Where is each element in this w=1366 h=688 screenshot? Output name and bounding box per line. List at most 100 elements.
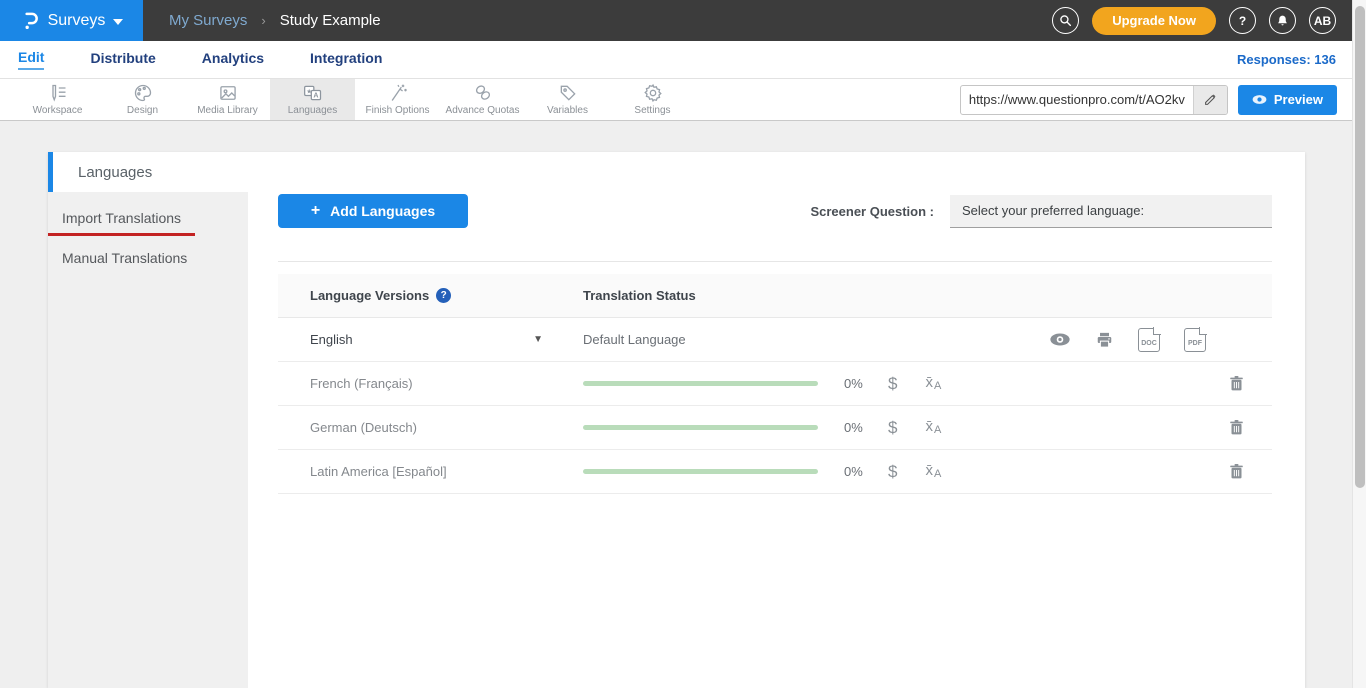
- translation-progress-percent: 0%: [844, 376, 874, 391]
- add-languages-button[interactable]: + Add Languages: [278, 194, 468, 228]
- languages-content: + Add Languages Screener Question : Sele…: [248, 152, 1305, 688]
- tool-label: Design: [127, 105, 158, 116]
- topbar-actions: Upgrade Now ? AB: [1052, 7, 1366, 35]
- breadcrumb-my-surveys[interactable]: My Surveys: [169, 12, 247, 29]
- edit-url-button[interactable]: [1193, 86, 1227, 114]
- workspace-icon: [48, 83, 68, 103]
- tool-advance-quotas[interactable]: Advance Quotas: [440, 79, 525, 120]
- top-bar: Surveys My Surveys › Study Example Upgra…: [0, 0, 1366, 41]
- tab-distribute[interactable]: Distribute: [90, 50, 155, 69]
- design-icon: [133, 83, 153, 103]
- trash-icon: [1229, 419, 1244, 436]
- product-menu[interactable]: Surveys: [0, 0, 143, 41]
- pencil-icon: [1204, 93, 1217, 106]
- table-row-default-language: English ▼ Default Language: [278, 318, 1272, 362]
- paid-translation-icon[interactable]: $: [888, 374, 897, 394]
- tool-label: Workspace: [33, 105, 83, 116]
- tool-design[interactable]: Design: [100, 79, 185, 120]
- language-name: French (Français): [310, 376, 413, 391]
- product-name: Surveys: [48, 12, 106, 30]
- delete-language-button[interactable]: [1229, 463, 1244, 480]
- translation-progress-bar: [583, 381, 818, 386]
- avatar[interactable]: AB: [1309, 7, 1336, 34]
- sidebar-item-manual-translations[interactable]: Manual Translations: [48, 250, 201, 266]
- finish-options-icon: [388, 83, 408, 103]
- trash-icon: [1229, 375, 1244, 392]
- responses-count[interactable]: Responses: 136: [1237, 52, 1336, 67]
- languages-table: Language Versions ? Translation Status E…: [278, 274, 1272, 494]
- auto-translate-icon[interactable]: x̄A: [925, 375, 941, 392]
- export-doc-button[interactable]: DOC: [1138, 328, 1160, 352]
- tool-finish-options[interactable]: Finish Options: [355, 79, 440, 120]
- tool-variables[interactable]: Variables: [525, 79, 610, 120]
- chevron-down-icon: [113, 19, 123, 25]
- preview-label: Preview: [1274, 92, 1323, 107]
- tool-label: Finish Options: [366, 105, 430, 116]
- pdf-file-icon: PDF: [1184, 328, 1206, 352]
- section-divider: [278, 261, 1272, 262]
- languages-icon: ★ A: [302, 83, 324, 103]
- languages-sidebar: Languages Import Translations Manual Tra…: [48, 152, 248, 688]
- export-pdf-button[interactable]: PDF: [1184, 328, 1206, 352]
- view-survey-button[interactable]: [1049, 332, 1071, 347]
- eye-icon: [1049, 332, 1071, 347]
- scrollbar-thumb[interactable]: [1355, 6, 1365, 488]
- notifications-button[interactable]: [1269, 7, 1296, 34]
- tool-languages[interactable]: ★ A Languages: [270, 79, 355, 120]
- search-icon: [1059, 14, 1072, 27]
- tool-workspace[interactable]: Workspace: [15, 79, 100, 120]
- paid-translation-icon[interactable]: $: [888, 462, 897, 482]
- tool-label: Variables: [547, 105, 588, 116]
- eye-icon: [1252, 94, 1267, 105]
- delete-language-button[interactable]: [1229, 375, 1244, 392]
- table-header-row: Language Versions ? Translation Status: [278, 274, 1272, 318]
- tool-settings[interactable]: Settings: [610, 79, 695, 120]
- preview-button[interactable]: Preview: [1238, 85, 1337, 115]
- language-versions-help-icon[interactable]: ?: [436, 288, 451, 303]
- help-button[interactable]: ?: [1229, 7, 1256, 34]
- auto-translate-icon[interactable]: x̄A: [925, 463, 941, 480]
- auto-translate-icon[interactable]: x̄A: [925, 419, 941, 436]
- survey-url-input[interactable]: [961, 92, 1193, 107]
- delete-language-button[interactable]: [1229, 419, 1244, 436]
- language-name: Latin America [Español]: [310, 464, 447, 479]
- default-language-status: Default Language: [583, 332, 686, 347]
- breadcrumb-current: Study Example: [280, 12, 381, 29]
- media-library-icon: [218, 83, 238, 103]
- tool-label: Advance Quotas: [446, 105, 520, 116]
- language-name: German (Deutsch): [310, 420, 417, 435]
- translation-progress-bar: [583, 425, 818, 430]
- screener-question-label: Screener Question :: [810, 204, 934, 219]
- default-language-name: English: [310, 332, 353, 347]
- translation-progress-percent: 0%: [844, 420, 874, 435]
- table-row-language: German (Deutsch) 0% $ x̄A: [278, 406, 1272, 450]
- upgrade-now-button[interactable]: Upgrade Now: [1092, 7, 1216, 35]
- breadcrumb: My Surveys › Study Example: [169, 12, 381, 29]
- search-button[interactable]: [1052, 7, 1079, 34]
- printer-icon: [1095, 331, 1114, 349]
- sidebar-item-import-translations[interactable]: Import Translations: [48, 210, 195, 236]
- edit-toolbar: Workspace Design Media Library ★ A: [0, 79, 1366, 121]
- tab-analytics[interactable]: Analytics: [202, 50, 264, 69]
- tab-edit[interactable]: Edit: [18, 49, 44, 70]
- screener-question-select[interactable]: Select your preferred language:: [950, 195, 1272, 228]
- doc-file-icon: DOC: [1138, 328, 1160, 352]
- page-scrollbar[interactable]: [1352, 0, 1366, 688]
- languages-card: Languages Import Translations Manual Tra…: [48, 152, 1305, 688]
- table-row-language: Latin America [Español] 0% $ x̄A: [278, 450, 1272, 494]
- translation-progress-bar: [583, 469, 818, 474]
- svg-text:A: A: [313, 92, 318, 100]
- tool-media-library[interactable]: Media Library: [185, 79, 270, 120]
- table-row-language: French (Français) 0% $ x̄A: [278, 362, 1272, 406]
- tool-label: Media Library: [197, 105, 258, 116]
- paid-translation-icon[interactable]: $: [888, 418, 897, 438]
- add-languages-label: Add Languages: [330, 203, 435, 219]
- print-survey-button[interactable]: [1095, 331, 1114, 349]
- translation-progress-percent: 0%: [844, 464, 874, 479]
- breadcrumb-separator-icon: ›: [261, 13, 265, 28]
- sidebar-title-row: Languages: [48, 152, 248, 192]
- language-dropdown-caret-icon[interactable]: ▼: [533, 334, 543, 345]
- page-background: Languages Import Translations Manual Tra…: [0, 121, 1366, 688]
- page-title: Languages: [78, 164, 152, 181]
- tab-integration[interactable]: Integration: [310, 50, 382, 69]
